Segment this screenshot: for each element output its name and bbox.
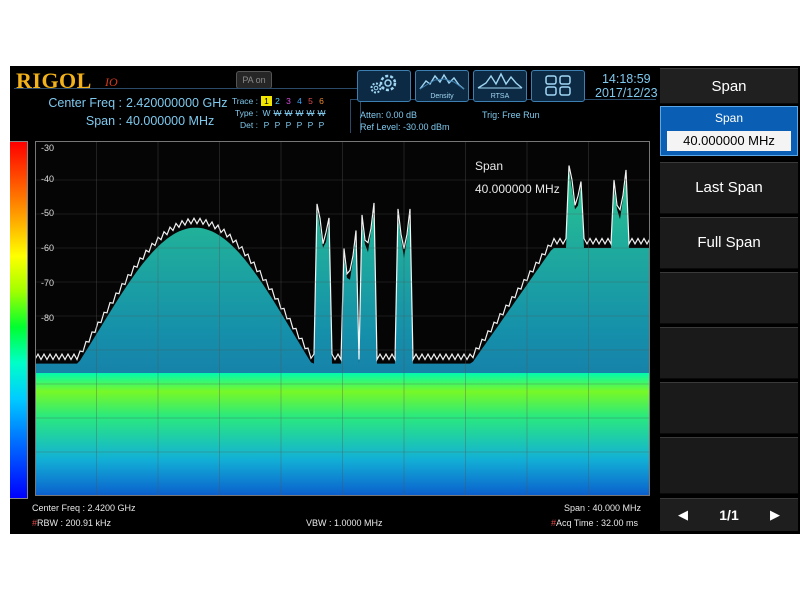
clock: 14:18:59 2017/12/23 bbox=[595, 72, 658, 100]
y-tick: -50 bbox=[41, 208, 55, 218]
footer-center-freq: Center Freq : 2.4200 GHz bbox=[32, 503, 136, 513]
atten-readout: Atten: 0.00 dB bbox=[360, 110, 418, 120]
layout-grid-icon bbox=[545, 75, 571, 96]
footer-vbw: VBW : 1.0000 MHz bbox=[306, 518, 383, 528]
y-tick: -40 bbox=[41, 174, 55, 184]
y-tick: -80 bbox=[41, 313, 55, 323]
empty-softkey[interactable] bbox=[660, 382, 798, 434]
acq-time-value: Acq Time : 32.00 ms bbox=[556, 518, 639, 528]
trace-5[interactable]: 5 bbox=[305, 96, 316, 106]
rbw-value: RBW : 200.91 kHz bbox=[37, 518, 112, 528]
rtsa-label: RTSA bbox=[490, 93, 510, 100]
span-softkey[interactable]: Span 40.000000 MHz bbox=[660, 106, 798, 156]
trace-label: Trace : bbox=[231, 96, 258, 106]
rtsa-button[interactable]: RTSA bbox=[473, 70, 527, 102]
center-freq-label: Center Freq : bbox=[48, 96, 122, 110]
menu-title: Span bbox=[660, 68, 798, 104]
type-1: W bbox=[262, 108, 271, 118]
trace-6[interactable]: 6 bbox=[316, 96, 327, 106]
full-span-softkey[interactable]: Full Span bbox=[660, 217, 798, 269]
last-span-softkey[interactable]: Last Span bbox=[660, 162, 798, 214]
page-indicator: 1/1 bbox=[719, 507, 739, 523]
det-6: P bbox=[318, 120, 325, 130]
plot-span-label: Span bbox=[475, 159, 504, 173]
clock-date: 2017/12/23 bbox=[595, 86, 658, 100]
type-label: Type : bbox=[234, 108, 258, 118]
span-readout: Span : 40.000000 MHz bbox=[22, 114, 214, 128]
span-value: 40.000000 MHz bbox=[126, 114, 215, 128]
det-3: P bbox=[285, 120, 292, 130]
empty-softkey[interactable] bbox=[660, 327, 798, 379]
det-5: P bbox=[307, 120, 314, 130]
type-5: W bbox=[306, 108, 315, 118]
settings-gears-icon bbox=[370, 74, 397, 94]
density-button[interactable]: Density bbox=[415, 70, 469, 102]
layout-button[interactable] bbox=[531, 70, 585, 102]
rtsa-icon bbox=[477, 72, 523, 89]
span-label: Span : bbox=[85, 114, 122, 128]
next-page-button[interactable]: ▶ bbox=[770, 499, 780, 531]
type-2: W bbox=[273, 108, 282, 118]
det-2: P bbox=[274, 120, 281, 130]
center-freq-value: 2.420000000 GHz bbox=[126, 96, 228, 110]
footer-rbw: #RBW : 200.91 kHz bbox=[32, 518, 111, 528]
trigger-readout: Trig: Free Run bbox=[482, 110, 540, 120]
analyzer-screen: RIGOL ΙΟ PA on Center Freq :2.420000000 … bbox=[10, 66, 800, 534]
empty-softkey[interactable] bbox=[660, 272, 798, 324]
y-tick: -70 bbox=[41, 278, 55, 288]
type-3: W bbox=[284, 108, 293, 118]
menu-pager: ◀ 1/1 ▶ bbox=[660, 498, 798, 531]
pa-status-badge[interactable]: PA on bbox=[236, 71, 272, 89]
span-input[interactable]: 40.000000 MHz bbox=[667, 131, 791, 151]
trace-4[interactable]: 4 bbox=[294, 96, 305, 106]
footer-acq-time: #Acq Time : 32.00 ms bbox=[551, 518, 638, 528]
trace-3[interactable]: 3 bbox=[283, 96, 294, 106]
trace-1[interactable]: 1 bbox=[261, 96, 272, 106]
density-icon bbox=[419, 73, 465, 90]
det-1: P bbox=[263, 120, 270, 130]
span-softkey-label: Span bbox=[714, 111, 744, 125]
density-label: Density bbox=[430, 93, 454, 100]
clock-time: 14:18:59 bbox=[601, 72, 651, 86]
trace-2[interactable]: 2 bbox=[272, 96, 283, 106]
type-6: W bbox=[317, 108, 326, 118]
prev-page-button[interactable]: ◀ bbox=[678, 499, 688, 531]
y-tick: -30 bbox=[41, 143, 55, 153]
footer-span: Span : 40.000 MHz bbox=[564, 503, 642, 513]
settings-button[interactable] bbox=[357, 70, 411, 102]
det-label: Det : bbox=[240, 120, 258, 130]
plot-span-value: 40.000000 MHz bbox=[475, 182, 560, 196]
type-4: W bbox=[295, 108, 304, 118]
empty-softkey[interactable] bbox=[660, 437, 798, 494]
trace-table: Trace :123456 Type :WWWWWW Det :PPPPPP bbox=[224, 96, 327, 132]
density-colorbar bbox=[10, 141, 28, 499]
y-tick: -60 bbox=[41, 243, 55, 253]
ref-level-readout: Ref Level: -30.00 dBm bbox=[360, 122, 450, 132]
det-4: P bbox=[296, 120, 303, 130]
center-freq-readout: Center Freq : 2.420000000 GHz bbox=[22, 96, 227, 110]
